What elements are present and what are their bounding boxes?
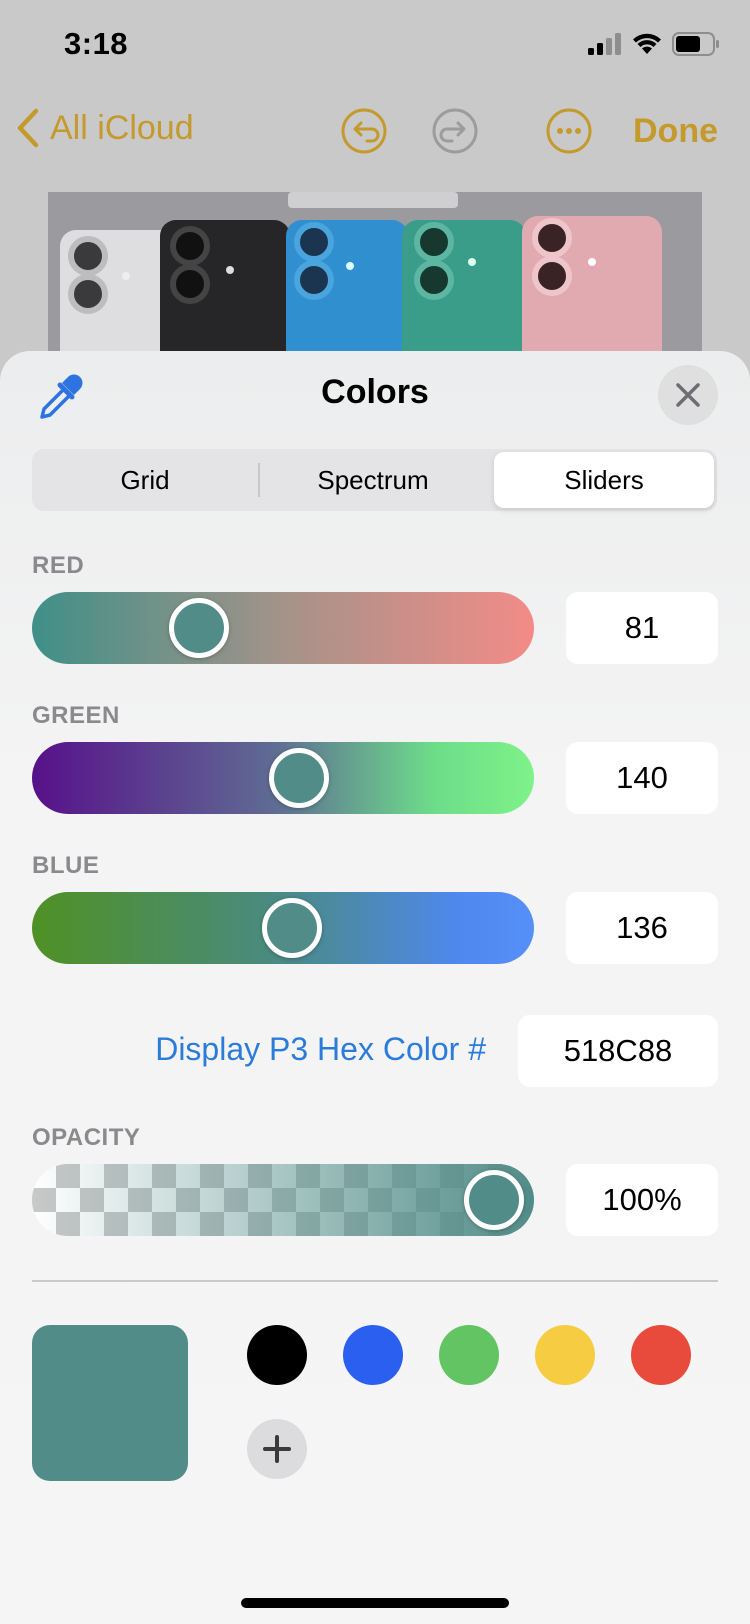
- divider: [32, 1280, 718, 1282]
- battery-icon: [672, 32, 719, 56]
- more-icon: [546, 108, 592, 154]
- current-color-preview: [32, 1325, 188, 1481]
- back-button[interactable]: All iCloud: [16, 108, 194, 148]
- nav-bar: All iCloud Done: [0, 100, 750, 164]
- cellular-signal-icon: [588, 33, 621, 55]
- opacity-label: OPACITY: [32, 1124, 141, 1151]
- opacity-slider-thumb[interactable]: [464, 1170, 524, 1230]
- chevron-left-icon: [17, 108, 39, 148]
- done-button[interactable]: Done: [633, 112, 718, 151]
- colors-sheet: Colors Grid Spectrum Sliders RED 81 GREE…: [0, 351, 750, 1624]
- red-value-field[interactable]: 81: [566, 592, 718, 664]
- swatch-red[interactable]: [631, 1325, 691, 1385]
- more-button[interactable]: [546, 108, 592, 154]
- green-label: GREEN: [32, 702, 120, 729]
- close-button[interactable]: [658, 365, 718, 425]
- blue-value-field[interactable]: 136: [566, 892, 718, 964]
- status-time: 3:18: [64, 26, 129, 61]
- note-photo[interactable]: [48, 192, 702, 362]
- redo-button[interactable]: [432, 108, 478, 154]
- blue-label: BLUE: [32, 852, 100, 879]
- tab-grid[interactable]: Grid: [35, 452, 255, 508]
- blue-slider[interactable]: [32, 892, 534, 964]
- swatch-green[interactable]: [439, 1325, 499, 1385]
- close-icon: [676, 383, 700, 407]
- blue-slider-thumb[interactable]: [262, 898, 322, 958]
- red-slider[interactable]: [32, 592, 534, 664]
- opacity-slider[interactable]: [32, 1164, 534, 1236]
- phones-photo-image: [48, 192, 702, 362]
- hex-color-label[interactable]: Display P3 Hex Color #: [155, 1031, 486, 1068]
- status-icons: [588, 32, 720, 56]
- redo-icon: [432, 108, 478, 154]
- wifi-icon: [633, 33, 661, 54]
- tab-spectrum[interactable]: Spectrum: [262, 452, 484, 508]
- home-indicator: [241, 1598, 509, 1608]
- tab-sliders[interactable]: Sliders: [494, 452, 714, 508]
- status-bar: 3:18: [0, 0, 750, 90]
- swatch-black[interactable]: [247, 1325, 307, 1385]
- segment-divider: [258, 463, 260, 497]
- undo-button[interactable]: [341, 108, 387, 154]
- sheet-title: Colors: [321, 373, 429, 411]
- green-value-field[interactable]: 140: [566, 742, 718, 814]
- back-label: All iCloud: [50, 108, 194, 147]
- green-slider[interactable]: [32, 742, 534, 814]
- green-slider-thumb[interactable]: [269, 748, 329, 808]
- red-slider-thumb[interactable]: [169, 598, 229, 658]
- swatch-blue[interactable]: [343, 1325, 403, 1385]
- red-label: RED: [32, 552, 85, 579]
- opacity-gradient: [32, 1164, 534, 1236]
- opacity-value-field[interactable]: 100%: [566, 1164, 718, 1236]
- hex-color-field[interactable]: 518C88: [518, 1015, 718, 1087]
- swatch-yellow[interactable]: [535, 1325, 595, 1385]
- add-swatch-button[interactable]: [247, 1419, 307, 1479]
- plus-icon: [263, 1435, 291, 1463]
- undo-icon: [341, 108, 387, 154]
- mode-segmented-control: Grid Spectrum Sliders: [32, 449, 717, 511]
